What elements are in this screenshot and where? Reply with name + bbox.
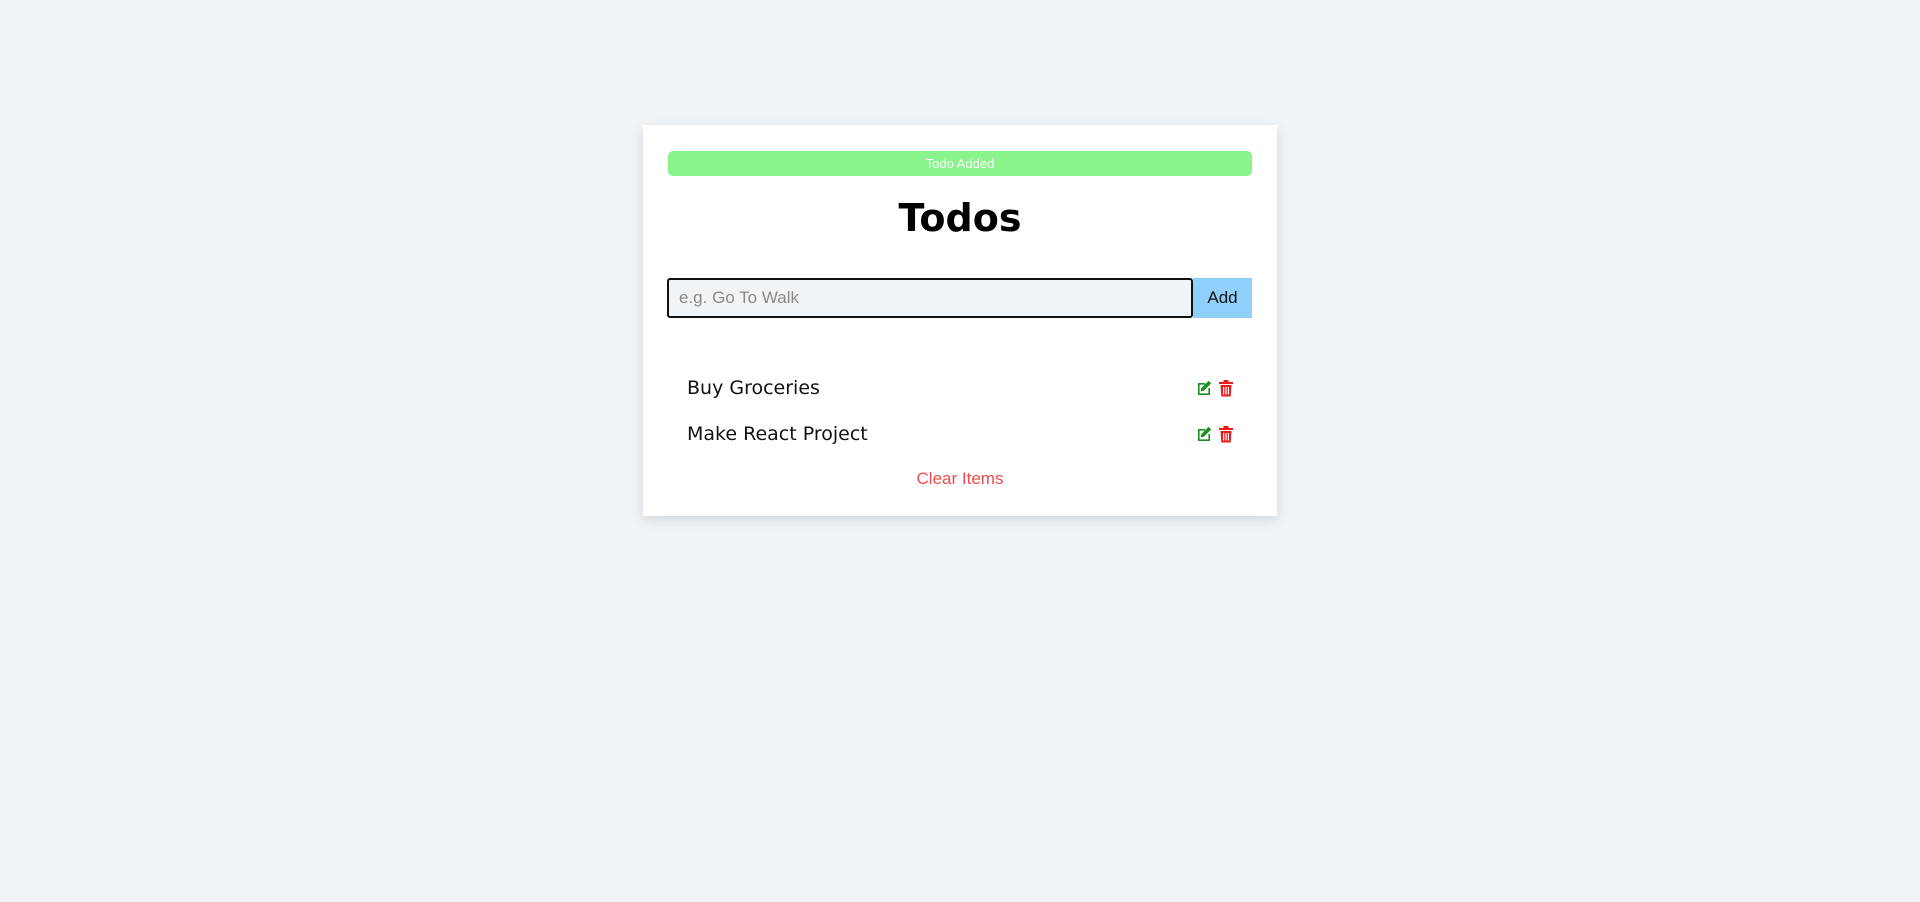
edit-icon[interactable] bbox=[1195, 379, 1213, 397]
list-item: Make React Project bbox=[687, 411, 1235, 457]
edit-icon[interactable] bbox=[1195, 425, 1213, 443]
trash-icon[interactable] bbox=[1217, 425, 1235, 443]
clear-items-button[interactable]: Clear Items bbox=[643, 469, 1277, 489]
todo-form: Add bbox=[667, 278, 1252, 318]
todo-input[interactable] bbox=[667, 278, 1193, 318]
todo-item-text: Make React Project bbox=[687, 423, 868, 445]
success-alert: Todo Added bbox=[668, 151, 1252, 176]
todo-list: Buy Groceries Make React Project bbox=[687, 365, 1235, 457]
add-button[interactable]: Add bbox=[1193, 278, 1252, 318]
todo-item-text: Buy Groceries bbox=[687, 377, 820, 399]
item-actions bbox=[1195, 379, 1235, 397]
item-actions bbox=[1195, 425, 1235, 443]
trash-icon[interactable] bbox=[1217, 379, 1235, 397]
page-title: Todos bbox=[898, 196, 1022, 240]
todo-card: Todo Added Todos Add Buy Groceries bbox=[643, 125, 1277, 516]
list-item: Buy Groceries bbox=[687, 365, 1235, 411]
